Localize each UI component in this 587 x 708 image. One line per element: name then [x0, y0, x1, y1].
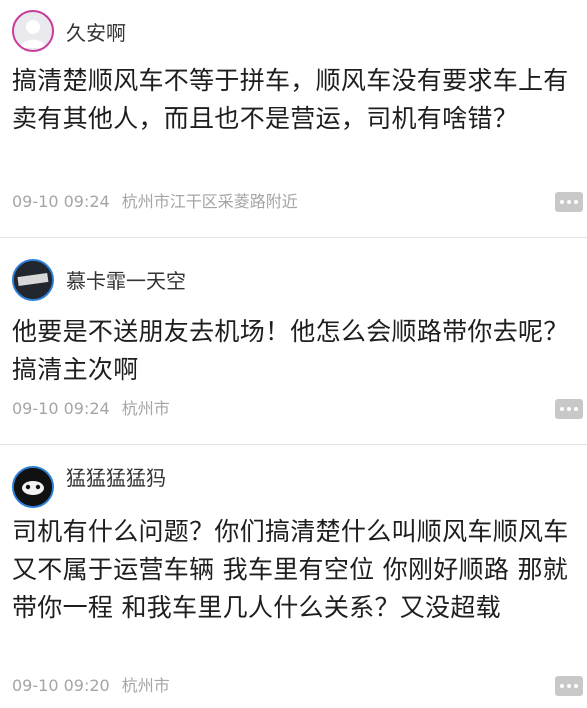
comment-location: 杭州市江干区采菱路附近	[121, 192, 298, 211]
comment-text: 司机有什么问题？你们搞清楚什么叫顺风车顺风车又不属于运营车辆 我车里有空位 你刚…	[12, 517, 569, 622]
comment-item: 慕卡霏一天空 他要是不送朋友去机场！他怎么会顺路带你去呢？搞清主次啊 09-10…	[0, 238, 587, 445]
more-options-icon[interactable]	[555, 676, 583, 696]
user-avatar-icon[interactable]	[12, 10, 54, 52]
username[interactable]: 久安啊	[66, 21, 126, 45]
comment-location: 杭州市	[121, 399, 170, 418]
comment-text: 搞清楚顺风车不等于拼车，顺风车没有要求车上有卖有其他人，而且也不是营运，司机有啥…	[12, 66, 569, 133]
comment-location: 杭州市	[121, 676, 170, 695]
comment-text: 他要是不送朋友去机场！他怎么会顺路带你去呢？搞清主次啊	[12, 317, 569, 384]
comment-item: 猛猛猛猛犸 司机有什么问题？你们搞清楚什么叫顺风车顺风车又不属于运营车辆 我车里…	[0, 445, 587, 708]
comment-meta: 09-10 09:20 杭州市	[12, 676, 170, 696]
comment-meta: 09-10 09:24 杭州市	[12, 399, 170, 419]
comment-item: 久安啊 搞清楚顺风车不等于拼车，顺风车没有要求车上有卖有其他人，而且也不是营运，…	[0, 0, 587, 238]
user-avatar-icon[interactable]	[12, 259, 54, 301]
username[interactable]: 猛猛猛猛犸	[66, 466, 166, 490]
user-avatar-icon[interactable]	[12, 466, 54, 508]
comment-time: 09-10 09:24	[12, 399, 110, 418]
comment-time: 09-10 09:24	[12, 192, 110, 211]
comment-time: 09-10 09:20	[12, 676, 110, 695]
comment-meta: 09-10 09:24 杭州市江干区采菱路附近	[12, 192, 298, 212]
more-options-icon[interactable]	[555, 192, 583, 212]
more-options-icon[interactable]	[555, 399, 583, 419]
username[interactable]: 慕卡霏一天空	[66, 269, 186, 293]
